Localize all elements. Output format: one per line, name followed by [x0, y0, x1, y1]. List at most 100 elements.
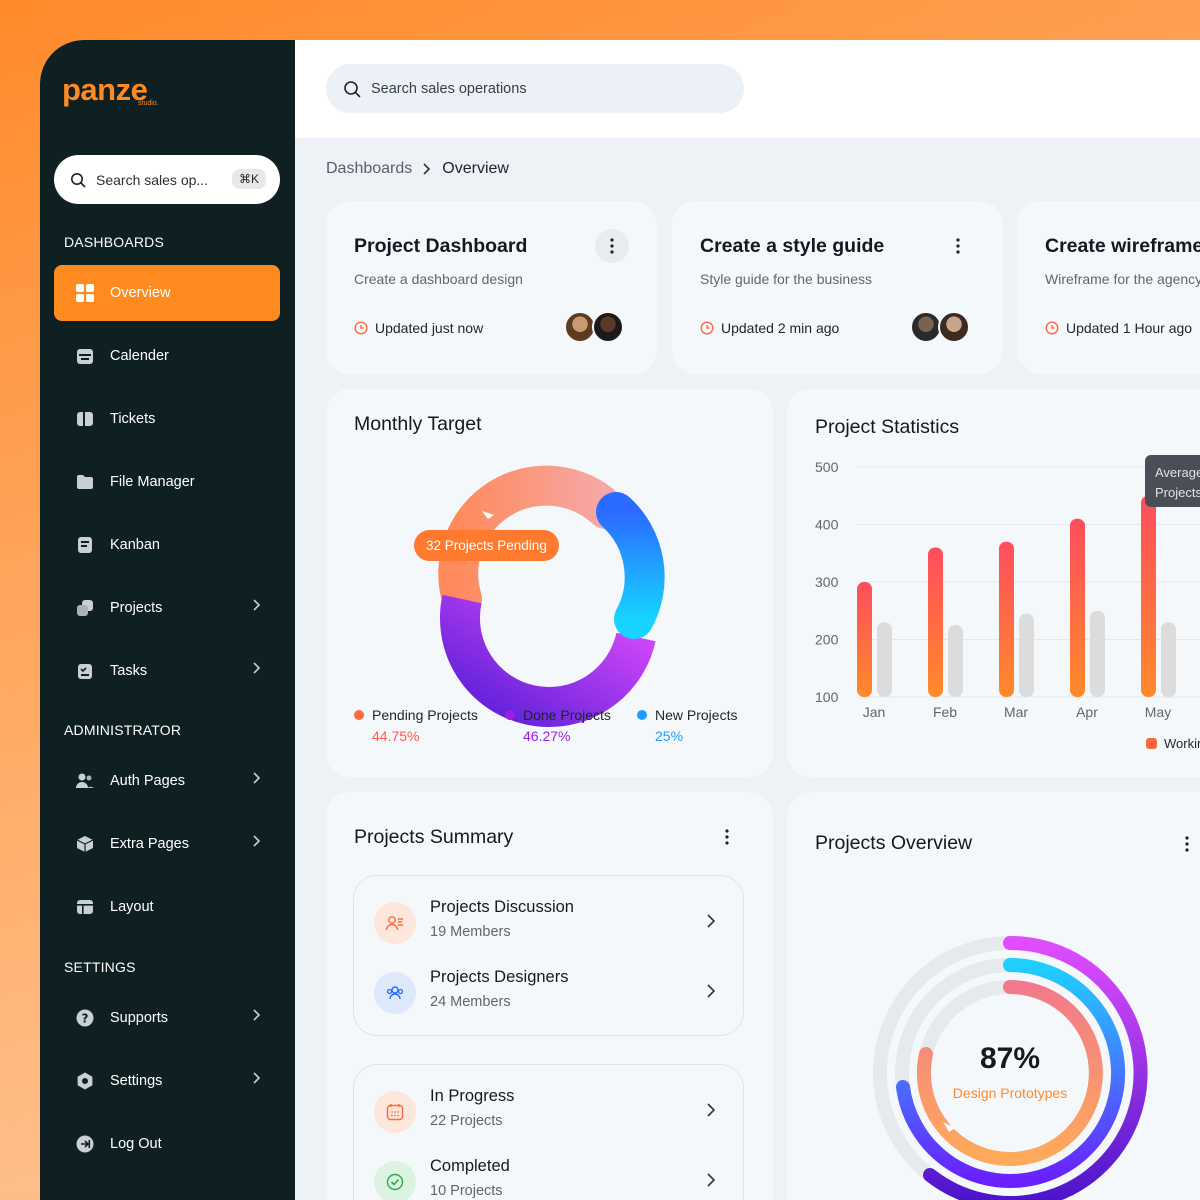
list-item[interactable]: Completed 10 Projects — [374, 1157, 724, 1200]
breadcrumb: Dashboards Overview — [326, 160, 509, 178]
sidebar-item-label: Layout — [110, 899, 154, 915]
sidebar-item-projects[interactable]: Projects — [54, 580, 280, 636]
task-card-subtitle: Style guide for the business — [700, 271, 872, 287]
sidebar-item-supports[interactable]: ? Supports — [54, 990, 280, 1046]
more-options-button[interactable] — [710, 820, 744, 854]
summary-group: In Progress 22 Projects Completed 10 Pro… — [353, 1064, 744, 1200]
project-statistics-card: Project Statistics 100 200 300 400 500 Jan Feb… — [787, 389, 1200, 777]
task-card-title: Project Dashboard — [354, 235, 528, 257]
sidebar-item-calender[interactable]: Calender — [54, 328, 280, 384]
task-card-title: Create wireframe — [1045, 235, 1200, 257]
y-tick-label: 500 — [815, 459, 839, 475]
chevron-right-icon — [252, 661, 262, 679]
list-item-subtitle: 22 Projects — [430, 1113, 503, 1129]
avatar — [592, 311, 624, 343]
sidebar-item-logout[interactable]: Log Out — [54, 1116, 280, 1172]
sidebar-item-settings[interactable]: Settings — [54, 1053, 280, 1109]
task-card[interactable]: Project Dashboard Create a dashboard des… — [326, 201, 657, 374]
sidebar-item-overview[interactable]: Overview — [54, 265, 280, 321]
x-tick-label: May — [1145, 704, 1171, 720]
x-tick-label: Feb — [933, 704, 957, 720]
layout-icon — [74, 896, 96, 918]
donut-segment-new[interactable] — [596, 492, 665, 639]
breadcrumb-parent[interactable]: Dashboards — [326, 160, 412, 178]
sidebar-item-label: Overview — [110, 285, 171, 301]
bar-average[interactable] — [948, 625, 963, 697]
bar-working[interactable] — [857, 582, 872, 697]
bar-working[interactable] — [928, 547, 943, 698]
list-item-subtitle: 10 Projects — [430, 1183, 503, 1199]
list-item-title: In Progress — [430, 1087, 515, 1105]
donut-segment-done[interactable] — [440, 594, 656, 727]
sidebar-item-tickets[interactable]: Tickets — [54, 391, 280, 447]
chevron-right-icon — [252, 1008, 262, 1026]
sidebar-item-label: Kanban — [110, 537, 160, 553]
ticket-icon — [74, 408, 96, 430]
top-bar: Search sales operations — [295, 40, 1200, 138]
task-card[interactable]: Create wireframe Wireframe for the agenc… — [1017, 201, 1200, 374]
sidebar-item-label: Settings — [110, 1073, 163, 1089]
avatar — [938, 311, 970, 343]
bar-working[interactable] — [999, 541, 1014, 697]
task-card-subtitle: Create a dashboard design — [354, 271, 523, 287]
y-tick-label: 200 — [815, 632, 839, 648]
summary-group: Projects Discussion 19 Members Projects … — [353, 875, 744, 1036]
search-icon — [71, 172, 86, 187]
bar-average[interactable] — [1090, 610, 1105, 697]
bar-working[interactable] — [1070, 518, 1085, 697]
bar-average[interactable] — [877, 622, 892, 697]
list-item[interactable]: Projects Discussion 19 Members — [374, 898, 724, 948]
avatar-group — [564, 311, 624, 343]
pending-projects-tooltip: 32 Projects Pending — [414, 530, 559, 561]
users-icon — [74, 770, 96, 792]
projects-summary-title: Projects Summary — [354, 826, 514, 848]
legend-label: Pending Projects — [372, 707, 478, 723]
legend-done: Done Projects 46.27% — [505, 707, 611, 744]
bar-average[interactable] — [1161, 622, 1176, 697]
list-item-subtitle: 24 Members — [430, 994, 511, 1010]
x-tick-label: Apr — [1076, 704, 1098, 720]
task-card-updated: Updated just now — [354, 320, 483, 336]
shortcut-badge: ⌘K — [231, 169, 266, 189]
avatar-group — [910, 311, 970, 343]
sidebar-search-input[interactable]: Search sales op... ⌘K — [54, 155, 280, 204]
logo-text: panze — [62, 72, 148, 107]
list-item[interactable]: Projects Designers 24 Members — [374, 968, 724, 1018]
legend-value: 46.27% — [523, 728, 571, 744]
sidebar-item-auth-pages[interactable]: Auth Pages — [54, 753, 280, 809]
chevron-right-icon — [706, 1102, 716, 1123]
sidebar-item-kanban[interactable]: Kanban — [54, 517, 280, 573]
section-dashboards: DASHBOARDS — [64, 234, 165, 250]
kebab-icon — [725, 829, 729, 845]
bar-average[interactable] — [1019, 613, 1034, 697]
legend-value: 25% — [655, 728, 684, 744]
kebab-icon — [956, 238, 960, 254]
sidebar-item-extra-pages[interactable]: Extra Pages — [54, 816, 280, 872]
list-item[interactable]: In Progress 22 Projects — [374, 1087, 724, 1137]
brand-logo[interactable]: panze studio. — [62, 72, 159, 108]
chevron-right-icon — [706, 1172, 716, 1193]
clock-icon — [354, 321, 368, 335]
search-icon — [344, 80, 361, 97]
chevron-right-icon — [706, 983, 716, 1004]
bar-working[interactable] — [1141, 495, 1156, 697]
y-tick-label: 300 — [815, 574, 839, 590]
help-icon: ? — [74, 1007, 96, 1029]
projects-overview-radial — [873, 935, 1148, 1200]
sidebar-item-layout[interactable]: Layout — [54, 879, 280, 935]
more-options-button[interactable] — [941, 229, 975, 263]
breadcrumb-current: Overview — [442, 160, 509, 177]
kebab-icon — [610, 238, 614, 254]
sidebar-item-file-manager[interactable]: File Manager — [54, 454, 280, 510]
task-card-updated: Updated 2 min ago — [700, 320, 839, 336]
task-card[interactable]: Create a style guide Style guide for the… — [672, 201, 1003, 374]
tasks-icon — [74, 660, 96, 682]
sidebar-item-tasks[interactable]: Tasks — [54, 643, 280, 699]
projects-summary-card: Projects Summary Projects Discussion 19 … — [326, 792, 773, 1200]
list-item-title: Completed — [430, 1157, 510, 1175]
task-card-updated: Updated 1 Hour ago — [1045, 320, 1192, 336]
top-search-input[interactable]: Search sales operations — [326, 64, 744, 113]
user-list-icon — [374, 902, 416, 944]
sidebar-item-label: Projects — [110, 600, 163, 616]
more-options-button[interactable] — [595, 229, 629, 263]
